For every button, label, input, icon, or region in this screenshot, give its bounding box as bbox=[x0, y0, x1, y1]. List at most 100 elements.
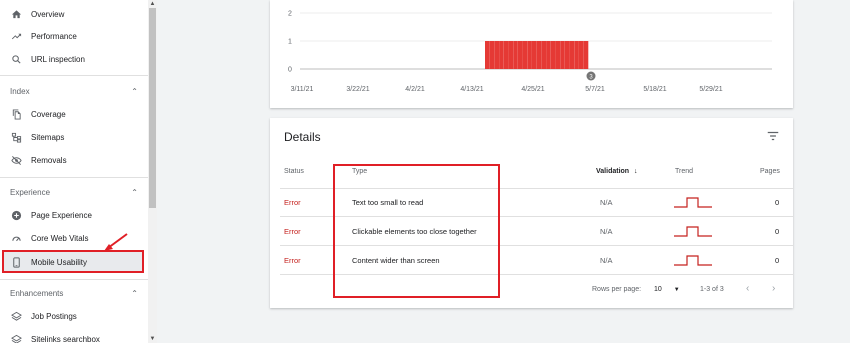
chart-bar[interactable] bbox=[513, 41, 518, 69]
status-cell: Error bbox=[284, 198, 301, 207]
section-title: Index bbox=[10, 86, 30, 96]
chart-bar[interactable] bbox=[527, 41, 532, 69]
chart-bar[interactable] bbox=[574, 41, 579, 69]
eye-off-icon bbox=[10, 154, 22, 166]
sidebar-item-sitelinks-searchbox[interactable]: Sitelinks searchbox bbox=[0, 328, 148, 343]
layers-icon bbox=[10, 333, 22, 343]
chart-bar[interactable] bbox=[560, 41, 565, 69]
sidebar-item-label: Coverage bbox=[31, 109, 66, 119]
chevron-right-icon[interactable]: › bbox=[772, 283, 775, 294]
sidebar-scrollbar[interactable]: ▲ ▼ bbox=[148, 0, 157, 343]
x-tick-label: 5/18/21 bbox=[643, 86, 667, 93]
sidebar-item-label: Page Experience bbox=[31, 210, 92, 220]
x-tick-label: 3/22/21 bbox=[346, 86, 370, 93]
layers-icon bbox=[10, 310, 22, 322]
y-tick-label: 1 bbox=[288, 39, 292, 46]
chevron-left-icon[interactable]: ‹ bbox=[746, 283, 749, 294]
rows-per-page-value: 10 bbox=[654, 286, 662, 293]
file-copy-icon bbox=[10, 108, 22, 120]
sidebar-item-label: Removals bbox=[31, 155, 67, 165]
sidebar-item-performance[interactable]: Performance bbox=[0, 25, 148, 47]
chart-bar[interactable] bbox=[541, 41, 546, 69]
column-header-validation[interactable]: Validation ↓ bbox=[596, 168, 638, 175]
sidebar-item-url-inspection[interactable]: URL inspection bbox=[0, 48, 148, 70]
sidebar-item-job-postings[interactable]: Job Postings bbox=[0, 305, 148, 327]
chart-bar[interactable] bbox=[579, 41, 584, 69]
column-header-pages[interactable]: Pages bbox=[760, 168, 780, 175]
chart-bar[interactable] bbox=[583, 41, 589, 69]
chart-bar[interactable] bbox=[532, 41, 537, 69]
chart-bar[interactable] bbox=[508, 41, 514, 69]
sidebar-item-label: Core Web Vitals bbox=[31, 233, 89, 243]
chart-bar[interactable] bbox=[494, 41, 499, 69]
sidebar-item-label: Sitelinks searchbox bbox=[31, 334, 100, 343]
sidebar-item-label: Mobile Usability bbox=[31, 257, 88, 267]
chart-bar[interactable] bbox=[569, 41, 575, 69]
chevron-up-icon: ⌃ bbox=[131, 187, 138, 197]
chart-bar[interactable] bbox=[564, 41, 570, 69]
sidebar-item-label: Performance bbox=[31, 31, 77, 41]
x-tick-label: 5/7/21 bbox=[585, 86, 605, 93]
chart-bar[interactable] bbox=[517, 41, 523, 69]
sidebar-divider bbox=[0, 75, 148, 76]
scroll-up-icon[interactable]: ▲ bbox=[148, 0, 157, 8]
speed-gauge-icon bbox=[10, 232, 22, 244]
x-tick-label: 4/13/21 bbox=[460, 86, 484, 93]
details-card: Details Status Type Validation ↓ Trend P… bbox=[270, 118, 793, 308]
chevron-up-icon: ⌃ bbox=[131, 86, 138, 96]
validation-cell: N/A bbox=[600, 256, 613, 265]
section-header-experience[interactable]: Experience ⌃ bbox=[0, 183, 148, 201]
x-tick-label: 3/11/21 bbox=[290, 86, 314, 93]
x-tick-label: 4/2/21 bbox=[405, 86, 425, 93]
sitemap-icon bbox=[10, 131, 22, 143]
chart-bar[interactable] bbox=[536, 41, 542, 69]
chart-bar[interactable] bbox=[555, 41, 561, 69]
sidebar-item-page-experience[interactable]: Page Experience bbox=[0, 204, 148, 226]
trend-sparkline bbox=[674, 226, 712, 237]
chart-bar[interactable] bbox=[522, 41, 528, 69]
chart-bar[interactable] bbox=[503, 41, 509, 69]
rows-per-page-label: Rows per page: bbox=[592, 286, 642, 293]
annotation-arrow-icon bbox=[104, 233, 128, 251]
column-header-status[interactable]: Status bbox=[284, 168, 304, 175]
chart-bar[interactable] bbox=[489, 41, 495, 69]
scroll-down-icon[interactable]: ▼ bbox=[148, 335, 157, 343]
pagination-range: 1-3 of 3 bbox=[700, 286, 724, 293]
trend-sparkline bbox=[674, 197, 712, 208]
chart-bar[interactable] bbox=[485, 41, 490, 69]
sidebar-item-coverage[interactable]: Coverage bbox=[0, 103, 148, 125]
sidebar-item-sitemaps[interactable]: Sitemaps bbox=[0, 126, 148, 148]
rows-per-page-select[interactable]: 10 ▼ bbox=[654, 286, 680, 293]
pages-cell: 0 bbox=[775, 198, 780, 207]
annotation-highlight-box bbox=[333, 164, 500, 298]
filter-icon[interactable] bbox=[766, 129, 780, 143]
sidebar-divider bbox=[0, 279, 148, 280]
y-tick-label: 2 bbox=[288, 11, 292, 18]
add-circle-icon bbox=[10, 209, 22, 221]
pages-cell: 0 bbox=[775, 227, 780, 236]
sidebar-item-overview[interactable]: Overview bbox=[0, 3, 148, 25]
chart-bar[interactable] bbox=[546, 41, 551, 69]
chart-card: 2103 3/11/21 3/22/21 4/2/21 4/13/21 4/25/21 5… bbox=[270, 0, 793, 108]
chart-bar[interactable] bbox=[499, 41, 504, 69]
y-tick-label: 0 bbox=[288, 67, 292, 74]
sidebar-item-removals[interactable]: Removals bbox=[0, 149, 148, 171]
status-cell: Error bbox=[284, 256, 301, 265]
section-header-enhancements[interactable]: Enhancements ⌃ bbox=[0, 284, 148, 302]
scroll-thumb[interactable] bbox=[149, 8, 156, 208]
dropdown-arrow-icon: ▼ bbox=[673, 287, 680, 293]
trend-sparkline bbox=[674, 255, 712, 266]
sidebar-item-label: Job Postings bbox=[31, 311, 77, 321]
chart-bar[interactable] bbox=[550, 41, 556, 69]
home-icon bbox=[10, 8, 22, 20]
sidebar-item-label: Sitemaps bbox=[31, 132, 65, 142]
sidebar-divider bbox=[0, 177, 148, 178]
column-header-trend[interactable]: Trend bbox=[675, 168, 693, 175]
chevron-up-icon: ⌃ bbox=[131, 288, 138, 298]
section-header-index[interactable]: Index ⌃ bbox=[0, 82, 148, 100]
validation-cell: N/A bbox=[600, 227, 613, 236]
sidebar-item-mobile-usability[interactable]: Mobile Usability bbox=[0, 251, 148, 273]
column-header-label: Validation bbox=[596, 168, 630, 175]
x-tick-label: 4/25/21 bbox=[521, 86, 545, 93]
sidebar-item-label: URL inspection bbox=[31, 54, 85, 64]
